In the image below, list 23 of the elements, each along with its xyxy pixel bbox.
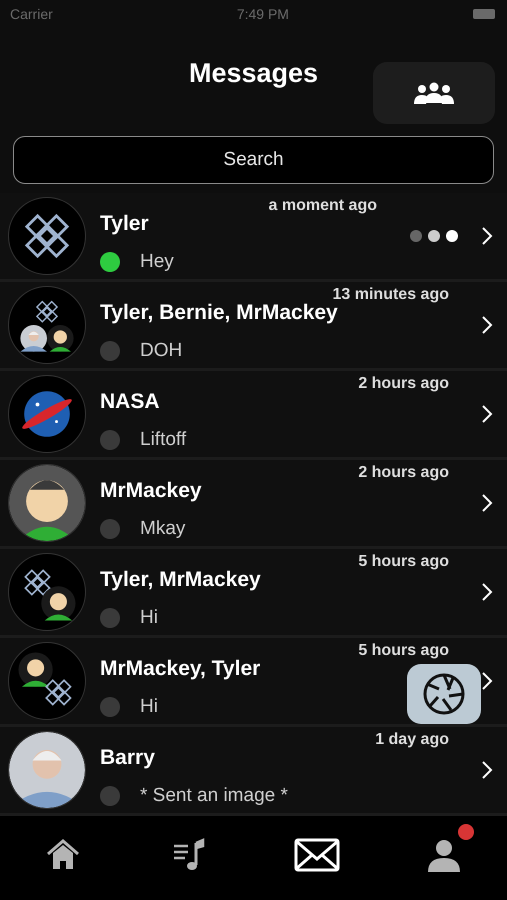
status-time: 7:49 PM [236,4,289,24]
contact-name: Barry [100,745,155,771]
contact-name: NASA [100,389,160,415]
timestamp: 1 day ago [375,730,449,750]
timestamp: 5 hours ago [358,641,449,661]
timestamp: 2 hours ago [358,374,449,394]
message-preview: Hi [140,694,158,718]
page-title: Messages [188,56,318,90]
contact-name: Tyler, MrMackey [100,567,261,593]
carrier-label: Carrier [10,4,53,24]
timestamp: 5 hours ago [358,552,449,572]
search-field[interactable]: Search [13,136,494,184]
message-preview: Hi [140,606,158,630]
message-preview: DOH [140,338,182,362]
message-preview: * Sent an image * [140,784,288,808]
timestamp: 2 hours ago [358,463,449,483]
contact-name: Tyler [100,211,149,237]
message-preview: Hey [140,250,174,274]
message-preview: Mkay [140,516,186,540]
contact-name: MrMackey [100,478,202,504]
timestamp: a moment ago [268,196,377,216]
message-preview: Liftoff [140,428,186,452]
contact-name: MrMackey, Tyler [100,656,260,682]
